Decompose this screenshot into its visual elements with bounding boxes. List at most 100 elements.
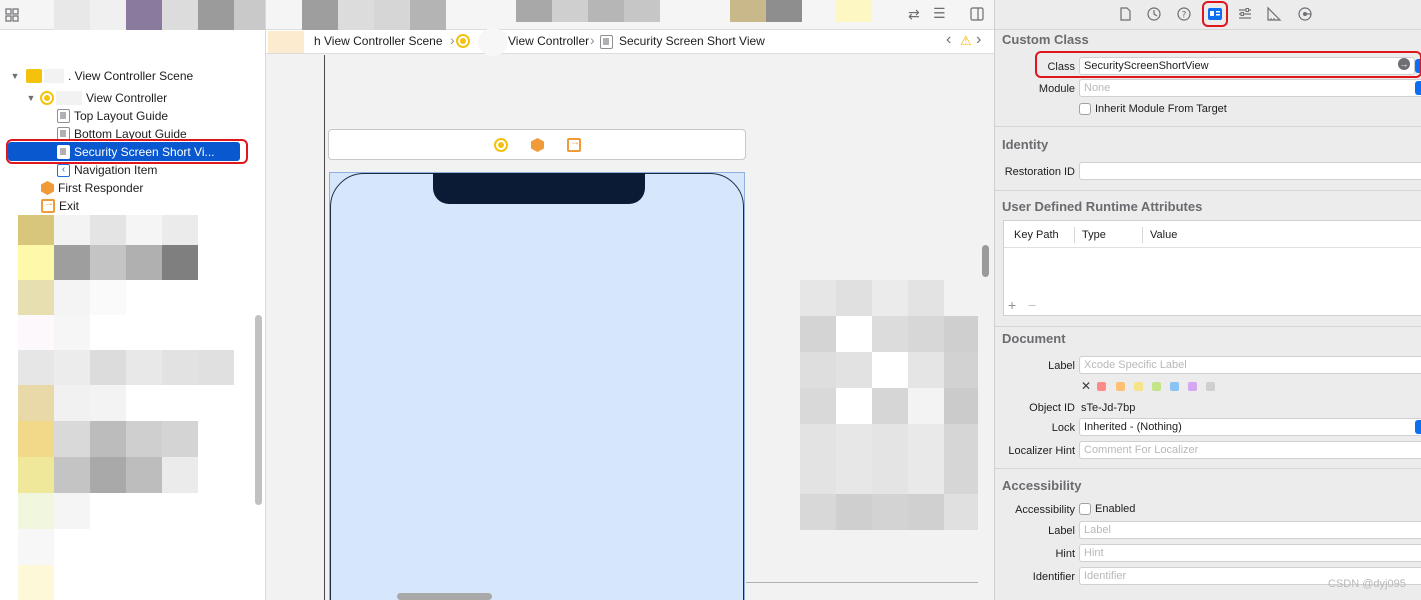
warning-icon[interactable]: ⚠ xyxy=(960,33,972,49)
highlight-box-identity-tab xyxy=(1202,1,1228,27)
accessibility-section-title: Accessibility xyxy=(1002,478,1082,493)
label-color-red[interactable] xyxy=(1097,382,1106,391)
breadcrumb-view-controller[interactable]: View Controller xyxy=(508,34,589,48)
accessibility-label-field[interactable]: Label xyxy=(1079,521,1421,539)
label-color-blue[interactable] xyxy=(1170,382,1179,391)
breadcrumb-scene[interactable]: h View Controller Scene xyxy=(314,34,443,48)
module-dropdown-indicator[interactable] xyxy=(1415,81,1421,95)
tree-row-top-layout-guide[interactable]: Top Layout Guide xyxy=(57,107,168,125)
redacted-mosaic-navigator xyxy=(18,215,238,600)
module-field[interactable]: None xyxy=(1079,79,1421,97)
first-responder-icon xyxy=(41,181,54,195)
dock-view-controller-icon[interactable] xyxy=(494,138,508,152)
lock-popup[interactable]: Inherited - (Nothing) xyxy=(1079,418,1421,436)
scene-dock xyxy=(328,129,746,160)
quick-help-icon[interactable]: ? xyxy=(1176,6,1192,22)
type-column-header[interactable]: Type xyxy=(1082,229,1106,241)
interface-builder-canvas[interactable]: ⇄ ☰ h View Controller Scene View Control… xyxy=(266,0,994,600)
navigator-scrollbar[interactable] xyxy=(255,315,262,505)
label-color-purple[interactable] xyxy=(1188,382,1197,391)
document-outline: ▼ . View Controller Scene ▼ View Control… xyxy=(0,0,266,600)
runtime-attributes-section-title: User Defined Runtime Attributes xyxy=(1002,199,1203,214)
document-section-title: Document xyxy=(1002,331,1066,346)
localizer-hint-label: Localizer Hint xyxy=(1008,445,1075,457)
connections-inspector-icon[interactable] xyxy=(1297,6,1313,22)
dock-exit-icon[interactable] xyxy=(567,137,581,152)
redacted-mosaic-toolbar xyxy=(302,0,882,30)
accessibility-label-label: Label xyxy=(1048,525,1075,537)
canvas-bottom-line xyxy=(746,582,978,583)
runtime-attributes-table[interactable]: Key Path Type Value + − xyxy=(1003,220,1421,316)
tree-row-first-responder[interactable]: First Responder xyxy=(41,179,143,197)
redacted-block xyxy=(44,69,64,83)
inspector-toggle-icon[interactable] xyxy=(970,7,984,21)
accessibility-identifier-label: Identifier xyxy=(1032,571,1075,583)
restoration-id-label: Restoration ID xyxy=(1004,166,1075,178)
breadcrumb-separator-icon: › xyxy=(590,32,595,48)
swap-arrows-icon[interactable]: ⇄ xyxy=(908,6,920,23)
inherit-module-label: Inherit Module From Target xyxy=(1095,103,1227,115)
label-color-orange[interactable] xyxy=(1116,382,1125,391)
inspector-tab-bar: ? xyxy=(995,0,1421,30)
document-label-field[interactable]: Xcode Specific Label xyxy=(1079,356,1421,374)
security-screen-short-view-canvas[interactable] xyxy=(329,172,745,600)
tree-row-navigation-item[interactable]: ‹ Navigation Item xyxy=(57,161,157,179)
navigate-forward-icon[interactable]: › xyxy=(976,31,981,49)
accessibility-hint-label: Hint xyxy=(1055,548,1075,560)
view-controller-icon xyxy=(40,91,54,105)
add-attribute-button[interactable]: + xyxy=(1008,297,1016,313)
layout-guide-icon xyxy=(57,109,70,123)
disclosure-down-icon[interactable]: ▼ xyxy=(26,93,36,103)
navigate-back-icon[interactable]: ‹ xyxy=(946,31,951,49)
highlight-box-class-field xyxy=(1035,51,1421,78)
label-color-yellow[interactable] xyxy=(1134,382,1143,391)
history-inspector-icon[interactable] xyxy=(1146,6,1162,22)
tree-row-exit[interactable]: Exit xyxy=(41,197,79,215)
tree-row-label: . View Controller Scene xyxy=(68,69,194,83)
device-notch xyxy=(433,173,645,204)
localizer-hint-field[interactable]: Comment For Localizer xyxy=(1079,441,1421,459)
attributes-inspector-icon[interactable] xyxy=(1237,6,1253,22)
device-frame xyxy=(330,173,744,600)
inherit-module-checkbox[interactable] xyxy=(1079,103,1091,115)
dock-first-responder-icon[interactable] xyxy=(531,138,544,152)
breadcrumb-security-screen-short-view[interactable]: Security Screen Short View xyxy=(619,34,765,48)
remove-attribute-button[interactable]: − xyxy=(1028,297,1036,313)
clear-color-label-icon[interactable]: ✕ xyxy=(1081,379,1091,393)
custom-class-section-title: Custom Class xyxy=(1002,32,1089,47)
disclosure-down-icon[interactable]: ▼ xyxy=(10,71,20,81)
redacted-block xyxy=(56,91,82,105)
redacted-mosaic-canvas xyxy=(800,280,978,530)
size-inspector-icon[interactable] xyxy=(1266,6,1282,22)
identity-inspector: ? Custom Class Class SecurityScreenShort… xyxy=(994,0,1421,600)
key-path-column-header[interactable]: Key Path xyxy=(1014,229,1059,241)
navigation-item-icon: ‹ xyxy=(57,163,70,177)
module-label: Module xyxy=(1038,83,1075,95)
tree-row-view-controller[interactable]: ▼ View Controller xyxy=(26,89,167,107)
tree-row-label: View Controller xyxy=(86,91,168,105)
restoration-id-field[interactable] xyxy=(1079,162,1421,180)
breadcrumb-view-controller-icon xyxy=(456,34,470,48)
lock-label: Lock xyxy=(1051,422,1075,434)
document-label-label: Label xyxy=(1048,360,1075,372)
breadcrumb-separator-icon: › xyxy=(450,32,455,48)
value-column-header[interactable]: Value xyxy=(1150,229,1177,241)
related-items-grid-icon[interactable] xyxy=(5,8,19,22)
canvas-vertical-scrollbar[interactable] xyxy=(982,245,989,277)
tree-row-label: First Responder xyxy=(58,181,144,195)
accessibility-hint-field[interactable]: Hint xyxy=(1079,544,1421,562)
redacted-mosaic-top xyxy=(20,0,265,30)
tree-row-label: Top Layout Guide xyxy=(74,109,169,123)
label-color-gray[interactable] xyxy=(1206,382,1215,391)
accessibility-enabled-checkbox[interactable] xyxy=(1079,503,1091,515)
lock-dropdown-indicator[interactable] xyxy=(1415,420,1421,434)
column-separator xyxy=(1142,227,1143,243)
file-inspector-icon[interactable] xyxy=(1117,6,1133,22)
editor-options-icon[interactable]: ☰ xyxy=(933,5,946,22)
accessibility-label: Accessibility xyxy=(1015,504,1075,516)
tree-row-scene[interactable]: ▼ . View Controller Scene xyxy=(10,67,193,85)
canvas-horizontal-scrollbar[interactable] xyxy=(397,593,492,600)
identity-section-title: Identity xyxy=(1002,137,1049,152)
breadcrumb-view-icon xyxy=(600,35,613,49)
label-color-green[interactable] xyxy=(1152,382,1161,391)
